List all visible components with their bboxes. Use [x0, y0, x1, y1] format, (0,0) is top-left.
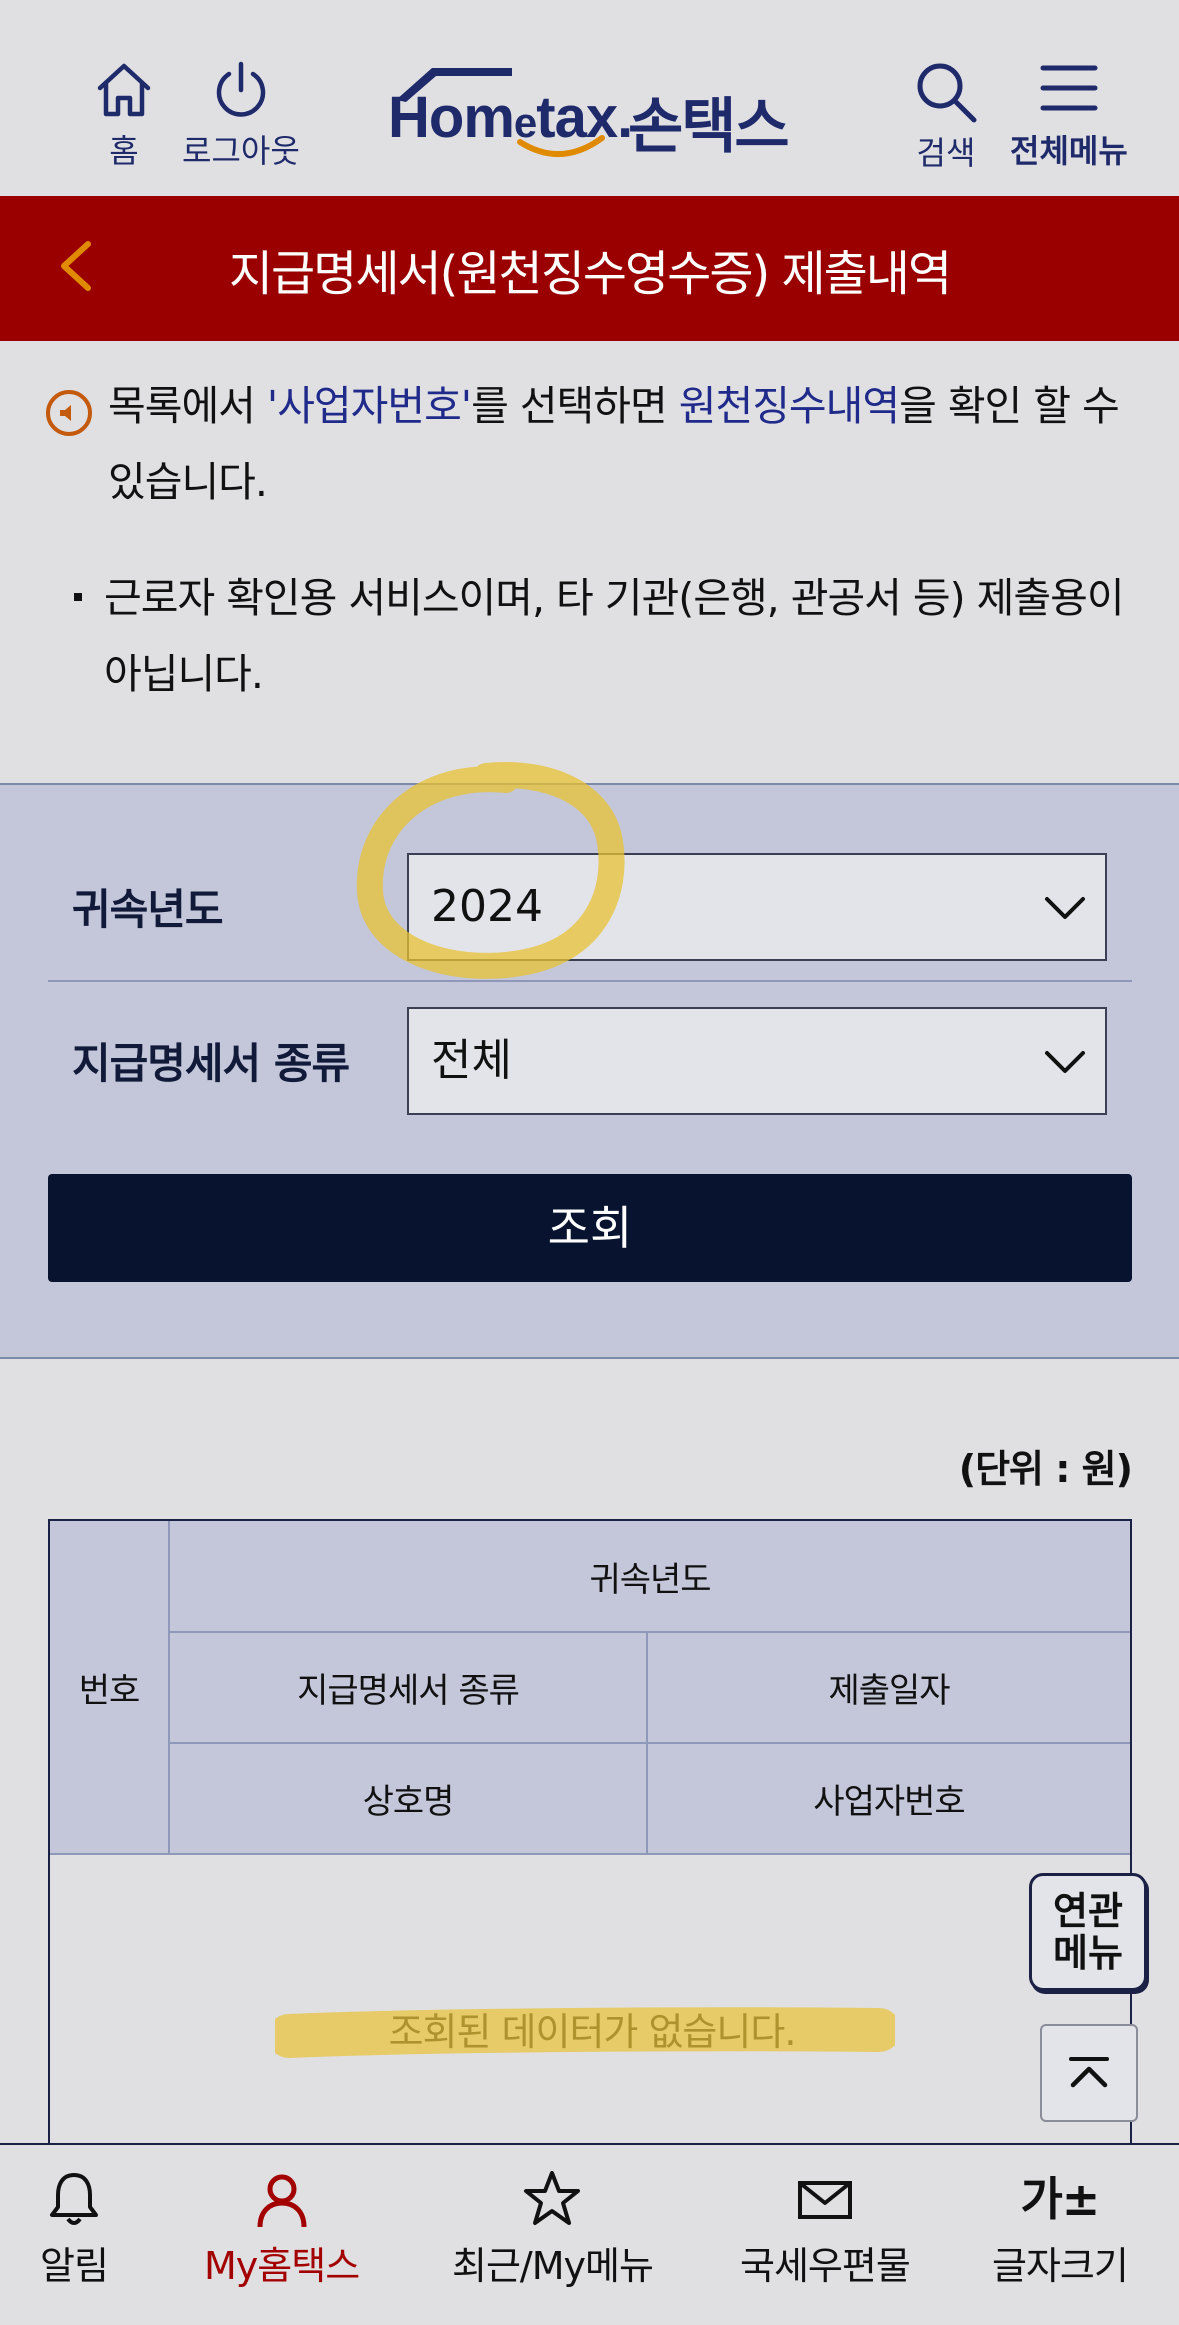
nav-label-font-size: 글자크기: [992, 2244, 1129, 2288]
notice-text-2: 를 선택하면: [471, 382, 679, 430]
nav-recent-menu[interactable]: 최근/My메뉴: [452, 2169, 654, 2290]
nav-notifications[interactable]: 알림: [40, 2169, 109, 2290]
scroll-top-button[interactable]: [1040, 2024, 1138, 2122]
results-table: 번호 귀속년도 지급명세서 종류 제출일자 상호명 사업자번호 조회된 데이터가…: [48, 1519, 1132, 2159]
filter-divider: [48, 980, 1132, 982]
mail-icon: [797, 2181, 852, 2219]
header-company: 상호명: [170, 1744, 648, 1855]
related-menu-button[interactable]: 연관 메뉴: [1029, 1873, 1147, 1991]
home-button[interactable]: 홈: [92, 58, 156, 172]
search-button[interactable]: 검색: [912, 58, 980, 174]
nav-font-size[interactable]: 가± 글자크기: [992, 2169, 1129, 2290]
header-biz-number: 사업자번호: [648, 1744, 1130, 1855]
chevron-down-icon: [1045, 897, 1085, 919]
search-icon: [917, 63, 977, 123]
header-year: 귀속년도: [170, 1521, 1130, 1633]
all-menu-label: 전체메뉴: [1010, 132, 1128, 170]
notice-bullet: 근로자 확인용 서비스이며, 타 기관(은행, 관공서 등) 제출용이 아닙니다…: [74, 560, 1125, 712]
search-submit-button[interactable]: 조회: [48, 1174, 1132, 1282]
scroll-top-icon: [1069, 2057, 1109, 2088]
star-icon: [524, 2171, 581, 2225]
year-select-value: 2024: [431, 881, 543, 932]
header-type: 지급명세서 종류: [170, 1633, 648, 1744]
year-label: 귀속년도: [72, 885, 224, 934]
bell-icon: [49, 2173, 98, 2225]
notice-highlight-withholding: 원천징수내역: [678, 382, 900, 430]
type-label: 지급명세서 종류: [72, 1039, 350, 1088]
top-header: 홈 로그아웃 Hometax. 손택스 검색 전체메뉴: [0, 0, 1179, 196]
unit-label: (단위 : 원): [958, 1447, 1133, 1491]
page-title: 지급명세서(원천징수영수증) 제출내역: [228, 246, 952, 302]
type-select-value: 전체: [431, 1035, 512, 1086]
notice-highlight-biz-number: '사업자번호': [266, 382, 472, 430]
home-label: 홈: [109, 132, 139, 170]
person-icon: [257, 2174, 307, 2228]
related-menu-label: 연관 메뉴: [1053, 1889, 1123, 1975]
nav-label-my-hometax: My홈택스: [204, 2244, 360, 2288]
home-icon: [97, 63, 151, 117]
nav-label-tax-mail: 국세우편물: [740, 2244, 911, 2288]
type-select[interactable]: 전체: [407, 1007, 1107, 1115]
logo-smile-icon: [517, 135, 605, 157]
empty-message: 조회된 데이터가 없습니다.: [388, 2010, 797, 2054]
nav-my-hometax[interactable]: My홈택스: [204, 2169, 360, 2290]
speaker-icon: [46, 390, 92, 436]
nav-tax-mail[interactable]: 국세우편물: [740, 2169, 911, 2290]
chevron-down-icon: [1045, 1051, 1085, 1073]
nav-label-notifications: 알림: [40, 2244, 109, 2288]
header-submit-date: 제출일자: [648, 1633, 1130, 1744]
hamburger-menu-icon: [1040, 65, 1098, 111]
nav-label-recent-menu: 최근/My메뉴: [452, 2244, 654, 2288]
search-label: 검색: [916, 134, 976, 172]
logo-korean: 손택스: [628, 92, 790, 162]
page-title-bar: 지급명세서(원천징수영수증) 제출내역: [0, 196, 1179, 341]
logout-label: 로그아웃: [182, 132, 300, 170]
logout-button[interactable]: 로그아웃: [182, 58, 300, 172]
notice-message: 목록에서 '사업자번호'를 선택하면 원천징수내역을 확인 할 수 있습니다.: [46, 368, 1146, 520]
bottom-navigation: 알림 My홈택스 최근/My메뉴 국세우편물 가± 글자크기: [0, 2143, 1179, 2325]
all-menu-button[interactable]: 전체메뉴: [1010, 58, 1128, 172]
font-size-icon: 가±: [1020, 2172, 1100, 2226]
year-select[interactable]: 2024: [407, 853, 1107, 961]
header-number: 번호: [50, 1521, 170, 1855]
notice-text-1: 목록에서: [108, 382, 267, 430]
power-icon: [216, 61, 266, 117]
hometax-logo[interactable]: Hometax. 손택스: [388, 64, 798, 164]
